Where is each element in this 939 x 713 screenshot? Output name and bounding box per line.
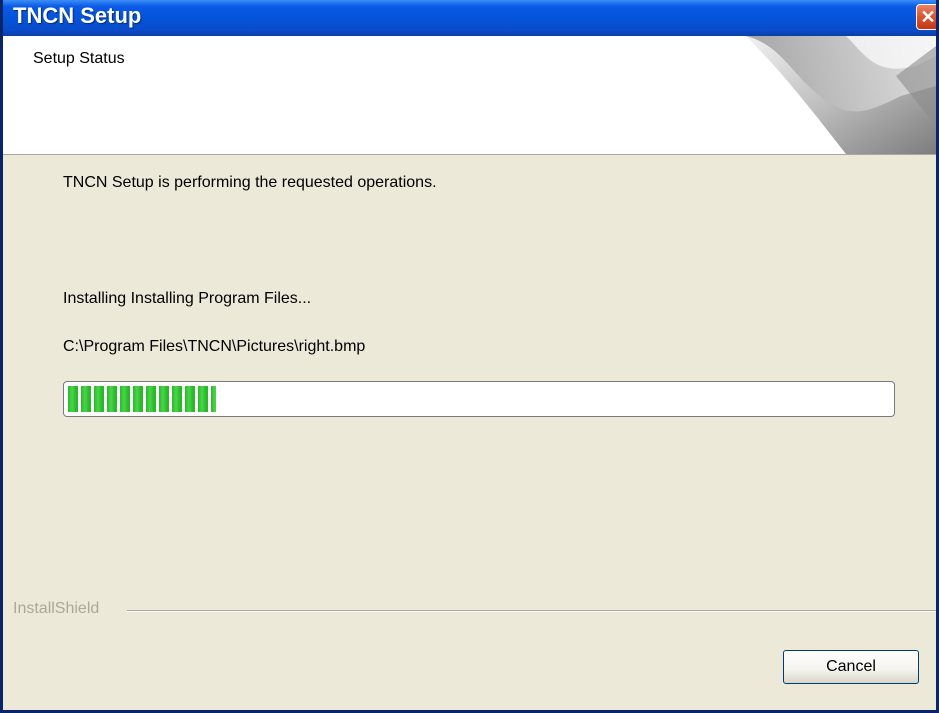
current-file-path: C:\Program Files\TNCN\Pictures\right.bmp (63, 338, 366, 355)
operation-description: TNCN Setup is performing the requested o… (63, 174, 437, 191)
header-panel: Setup Status (3, 36, 936, 155)
installshield-label: InstallShield (13, 600, 100, 617)
cancel-button[interactable]: Cancel (783, 650, 919, 684)
header-title: Setup Status (33, 50, 125, 67)
close-icon: ✕ (920, 7, 936, 27)
footer-separator (127, 610, 936, 612)
close-button[interactable]: ✕ (916, 4, 936, 30)
setup-dialog: TNCN Setup ✕ Setup Status TNCN Setup is … (0, 0, 939, 713)
install-progress-bar (63, 381, 895, 417)
progress-fill (68, 386, 216, 412)
page-curl-graphic (746, 36, 936, 154)
title-bar[interactable]: TNCN Setup ✕ (3, 0, 936, 36)
window-title: TNCN Setup (13, 3, 142, 28)
install-status: Installing Installing Program Files... (63, 290, 312, 307)
